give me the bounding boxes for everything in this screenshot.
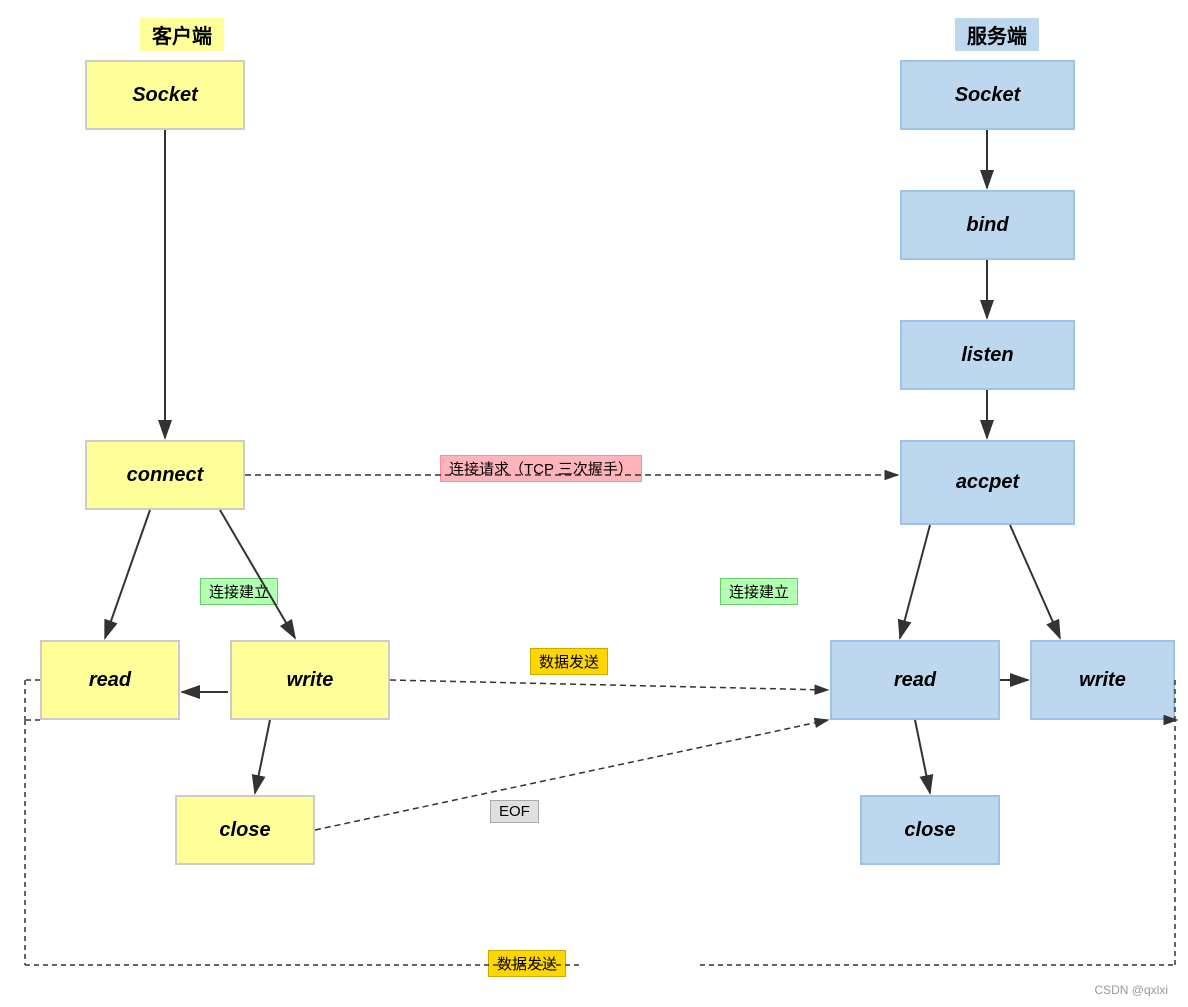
connection-request-label: 连接请求（TCP 三次握手） xyxy=(440,455,642,482)
diagram-container: 客户端 服务端 Socket connect read write close … xyxy=(0,0,1188,1007)
client-close-box: close xyxy=(175,795,315,865)
data-send-bottom-label: 数据发送 xyxy=(488,950,566,977)
client-write-box: write xyxy=(230,640,390,720)
server-write-box: write xyxy=(1030,640,1175,720)
client-read-box: read xyxy=(40,640,180,720)
server-read-box: read xyxy=(830,640,1000,720)
server-socket-box: Socket xyxy=(900,60,1075,130)
server-accpet-box: accpet xyxy=(900,440,1075,525)
server-close-box: close xyxy=(860,795,1000,865)
connection-established-right-label: 连接建立 xyxy=(720,578,798,605)
server-listen-box: listen xyxy=(900,320,1075,390)
server-title: 服务端 xyxy=(955,18,1039,51)
watermark: CSDN @qxlxi xyxy=(1094,983,1168,997)
client-connect-box: connect xyxy=(85,440,245,510)
server-bind-box: bind xyxy=(900,190,1075,260)
connection-established-left-label: 连接建立 xyxy=(200,578,278,605)
eof-label: EOF xyxy=(490,800,539,823)
client-title: 客户端 xyxy=(140,18,224,51)
client-socket-box: Socket xyxy=(85,60,245,130)
data-send-middle-label: 数据发送 xyxy=(530,648,608,675)
